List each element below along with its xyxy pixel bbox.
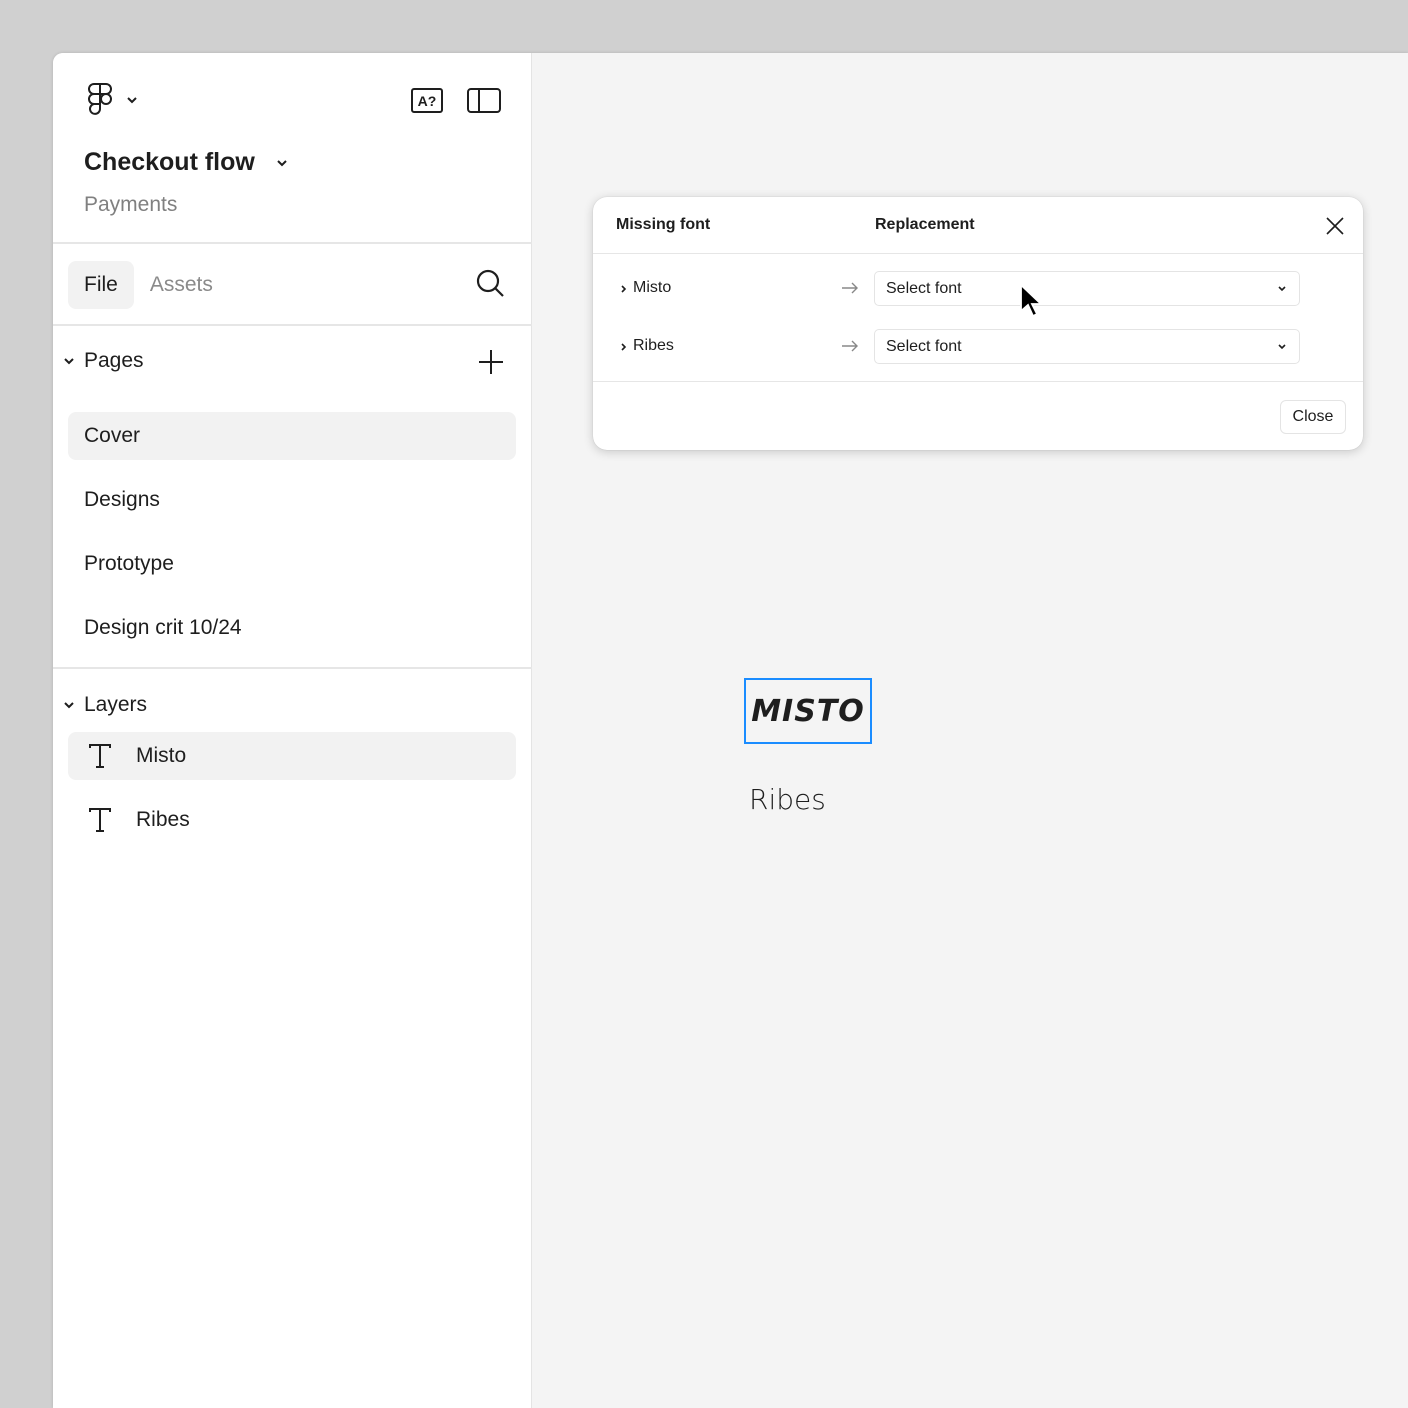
layer-label: Misto [136,744,187,767]
arrow-right-icon [842,282,858,294]
select-value: Select font [886,279,962,297]
font-row: Ribes Select font [593,329,1363,365]
project-name: Payments [84,193,178,216]
layer-label: Ribes [136,808,190,831]
app-window: A? Checkout flow Payments File Assets Pa… [53,53,1408,1408]
page-item[interactable]: Design crit 10/24 [68,604,516,652]
chevron-down-icon [1278,344,1286,350]
layers-section-header[interactable]: Layers [63,693,147,717]
sidebar-topbar: A? [53,53,531,143]
select-value: Select font [886,337,962,355]
arrow-right-icon [842,340,858,352]
missing-fonts-dialog: Missing font Replacement Misto Select fo… [593,197,1363,450]
pages-header-label: Pages [84,349,144,372]
chevron-down-icon [64,702,74,709]
text-layer-icon [89,744,111,768]
layer-item[interactable]: Ribes [68,796,516,844]
tab-assets[interactable]: Assets [134,261,229,309]
chevron-right-icon[interactable] [619,341,629,353]
ribes-text-layer[interactable]: Ribes [749,783,826,816]
layer-item[interactable]: Misto [68,732,516,780]
page-label: Design crit 10/24 [84,616,242,639]
missing-font-name: Misto [633,279,672,296]
page-item[interactable]: Designs [68,476,516,524]
dialog-header: Missing font Replacement [593,197,1363,254]
missing-fonts-icon[interactable]: A? [411,88,443,113]
chevron-right-icon[interactable] [619,283,629,295]
figma-logo-icon[interactable] [87,83,113,117]
misto-text: MISTO [751,693,865,729]
text-layer-icon [89,808,111,832]
close-button[interactable]: Close [1280,400,1346,434]
page-label: Prototype [84,552,174,575]
pages-section-header[interactable]: Pages [63,349,144,373]
page-item[interactable]: Cover [68,412,516,460]
layers-header-label: Layers [84,693,148,716]
chevron-down-icon [64,358,74,365]
divider [53,324,532,326]
chevron-down-icon [1278,286,1286,292]
search-icon[interactable] [475,268,505,298]
missing-font-name: Ribes [633,337,674,354]
replacement-font-select[interactable]: Select font [874,271,1300,306]
missing-font-column-header: Missing font [616,216,711,233]
page-label: Cover [84,424,141,447]
file-title[interactable]: Checkout flow [84,148,289,177]
tab-file[interactable]: File [68,261,134,309]
sidebar-tabs: File Assets [68,261,229,309]
toggle-sidebar-icon[interactable] [467,88,501,113]
chevron-down-icon [277,159,287,166]
page-item[interactable]: Prototype [68,540,516,588]
replacement-column-header: Replacement [875,216,975,233]
left-sidebar: A? Checkout flow Payments File Assets Pa… [53,53,532,1408]
divider [53,242,532,244]
close-icon[interactable] [1325,216,1345,236]
divider [53,667,532,669]
page-label: Designs [84,488,160,511]
misto-text-layer-selected[interactable]: MISTO [744,678,872,744]
main-menu-chevron-icon[interactable] [125,93,139,107]
add-page-icon[interactable] [478,349,504,375]
dialog-footer-divider [593,381,1363,382]
font-row: Misto Select font [593,271,1363,307]
replacement-font-select[interactable]: Select font [874,329,1300,364]
file-title-label: Checkout flow [84,148,255,176]
